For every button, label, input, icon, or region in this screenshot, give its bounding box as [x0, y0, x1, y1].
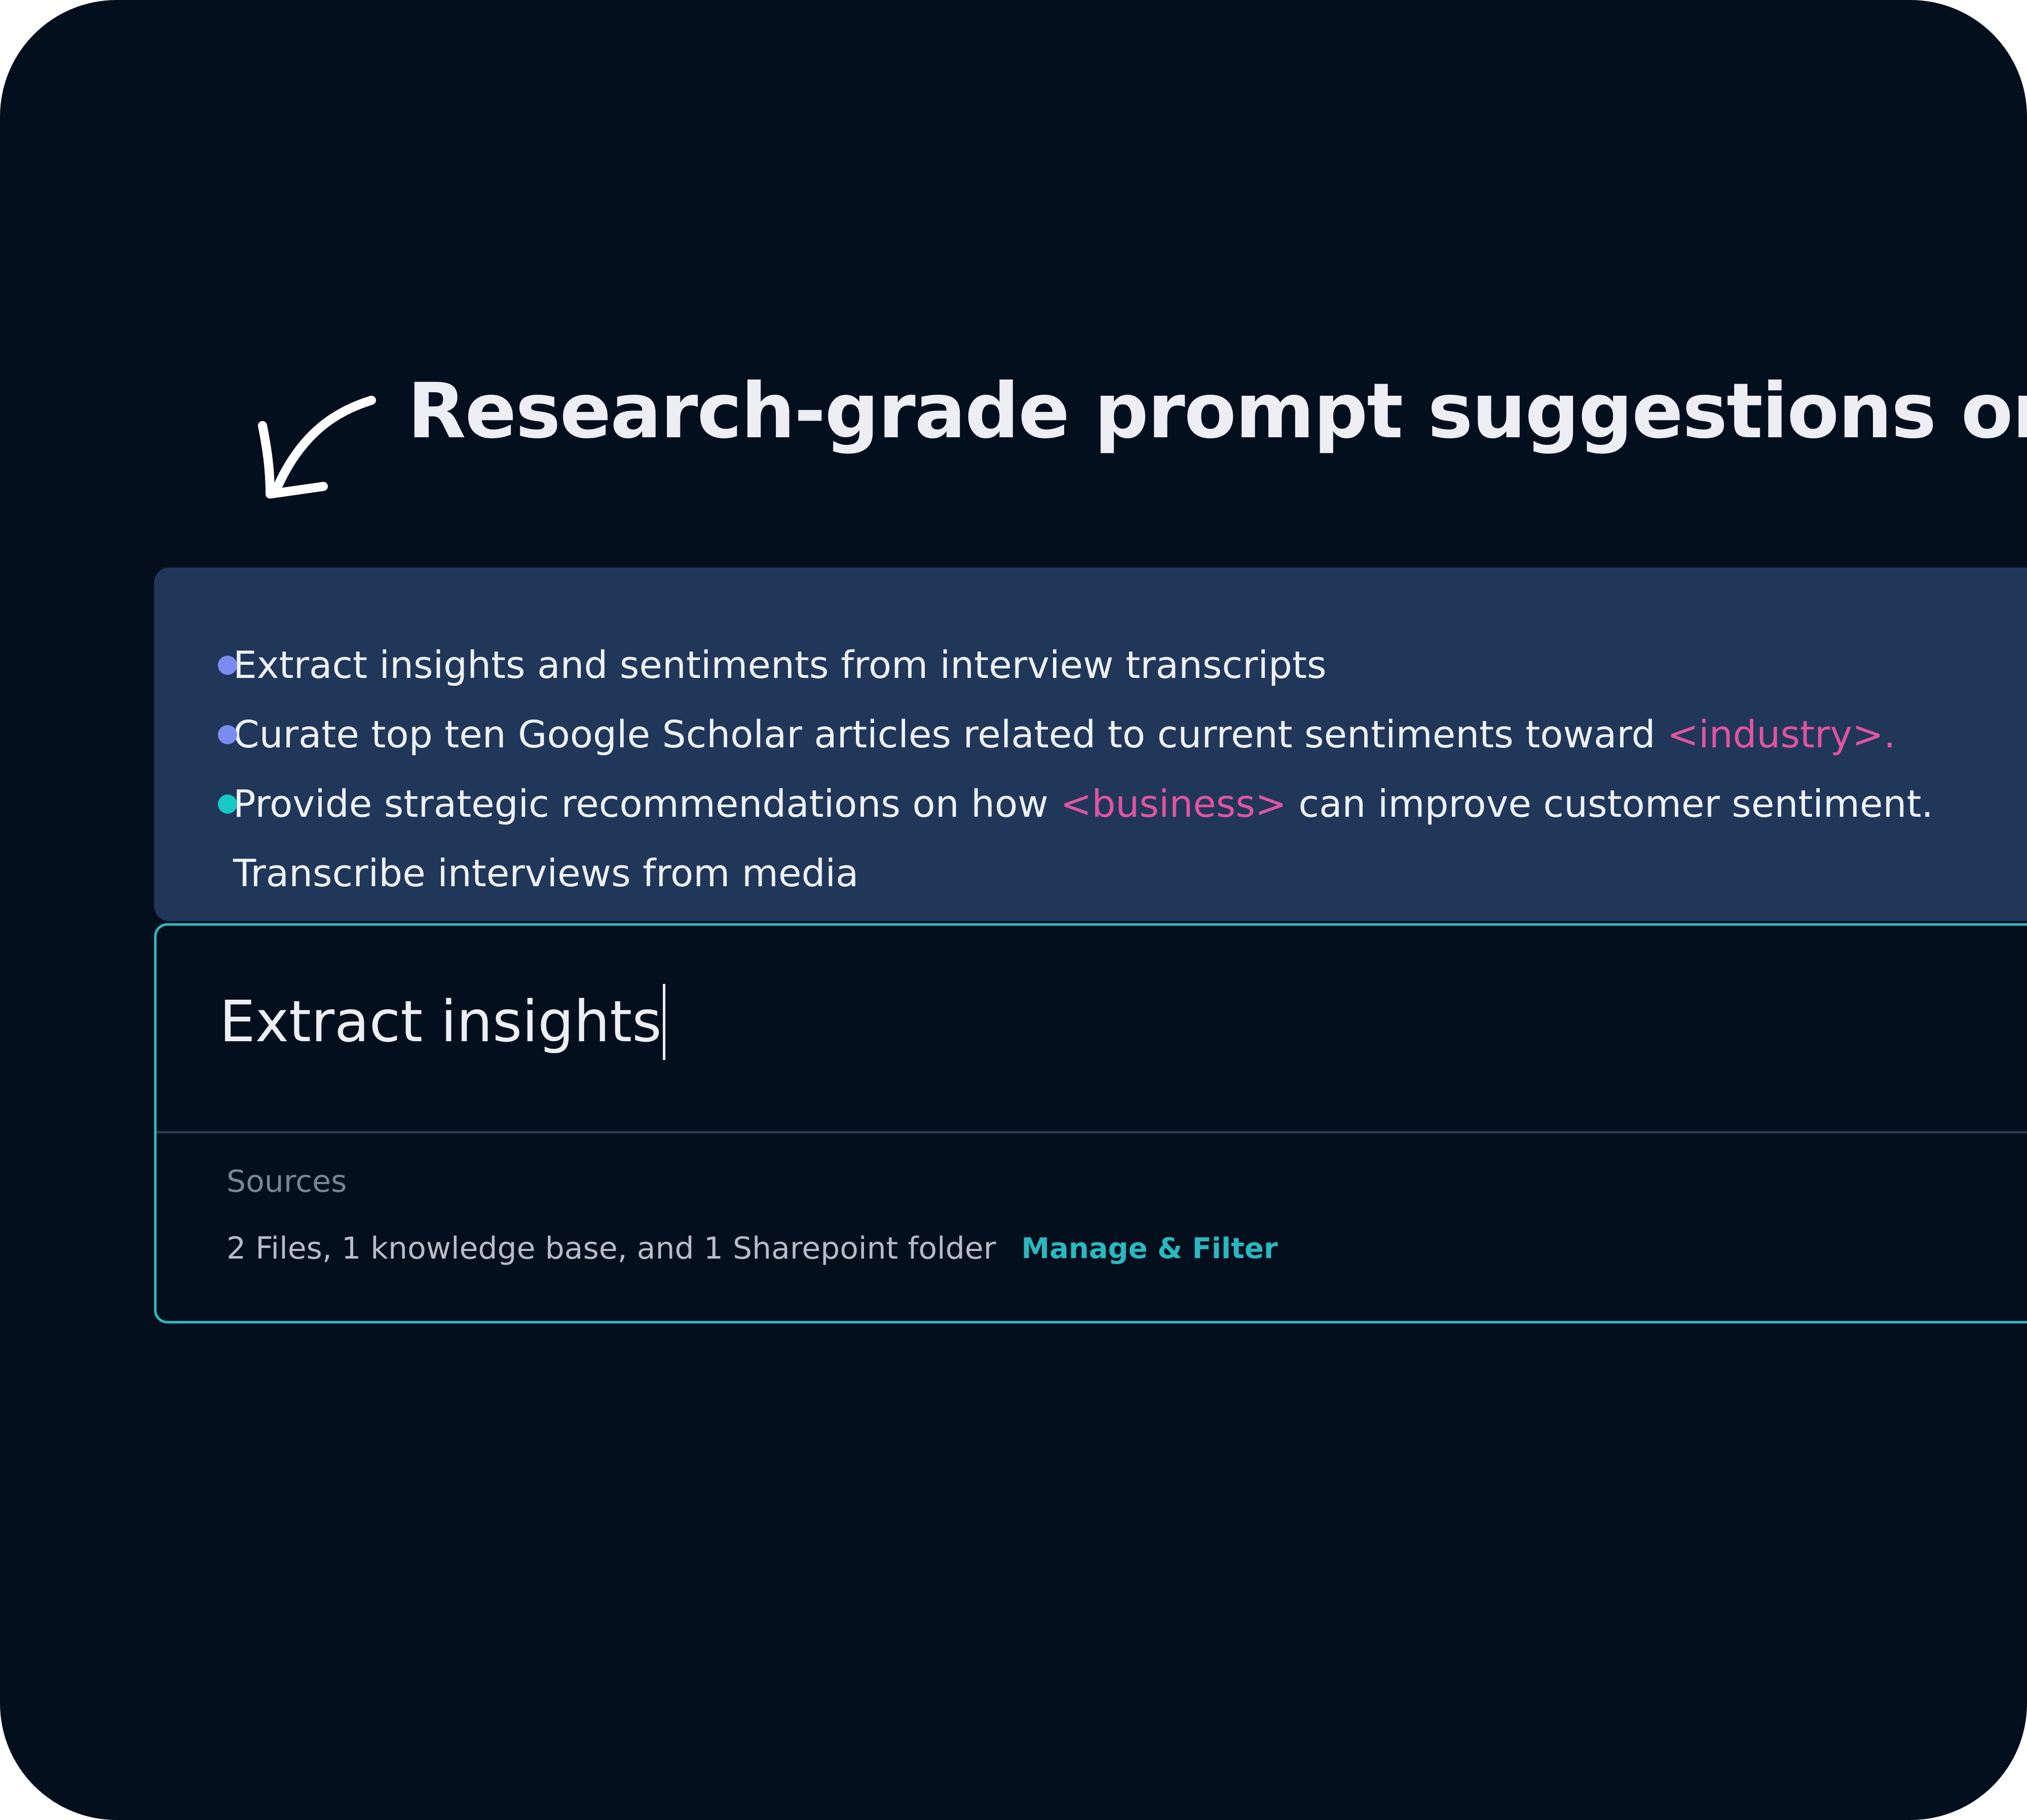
bullet-dot-icon — [218, 725, 237, 744]
prompt-input-box[interactable]: Extract insights Sources 2 Files, 1 know… — [154, 923, 2027, 1323]
page-title: Research-grade prompt suggestions on typ… — [407, 367, 2027, 456]
divider — [157, 1131, 2027, 1133]
suggestions-panel: Extract insights and sentiments from int… — [154, 567, 2027, 921]
suggestion-text: Extract insights and sentiments from int… — [233, 643, 1327, 687]
curved-arrow-icon — [258, 396, 376, 499]
suggestion-item-4[interactable]: Transcribe interviews from media — [233, 848, 858, 899]
suggestion-text: Transcribe interviews from media — [233, 852, 859, 895]
suggestion-item-2[interactable]: Curate top ten Google Scholar articles r… — [218, 709, 1896, 760]
suggestion-item-1[interactable]: Extract insights and sentiments from int… — [218, 640, 1327, 691]
sources-summary: 2 Files, 1 knowledge base, and 1 Sharepo… — [227, 1231, 996, 1266]
suggestion-text-after: can improve customer sentiment. — [1286, 782, 1933, 826]
bullet-dot-icon — [218, 656, 237, 675]
suggestion-text: Curate top ten Google Scholar articles r… — [233, 713, 1667, 756]
suggestion-placeholder: <industry>. — [1667, 713, 1896, 756]
suggestion-placeholder: <business> — [1060, 782, 1287, 826]
sources-row: 2 Files, 1 knowledge base, and 1 Sharepo… — [227, 1226, 1278, 1271]
prompt-input[interactable]: Extract insights — [219, 981, 665, 1063]
sources-label: Sources — [227, 1164, 347, 1199]
suggestion-item-3[interactable]: Provide strategic recommendations on how… — [218, 779, 1933, 829]
suggestion-text: Provide strategic recommendations on how — [233, 782, 1061, 826]
manage-filter-link[interactable]: Manage & Filter — [1021, 1232, 1278, 1265]
text-caret — [662, 984, 665, 1060]
prompt-input-value: Extract insights — [219, 989, 662, 1055]
bullet-dot-icon — [218, 794, 237, 814]
card-frame: Research-grade prompt suggestions on typ… — [0, 0, 2027, 1820]
